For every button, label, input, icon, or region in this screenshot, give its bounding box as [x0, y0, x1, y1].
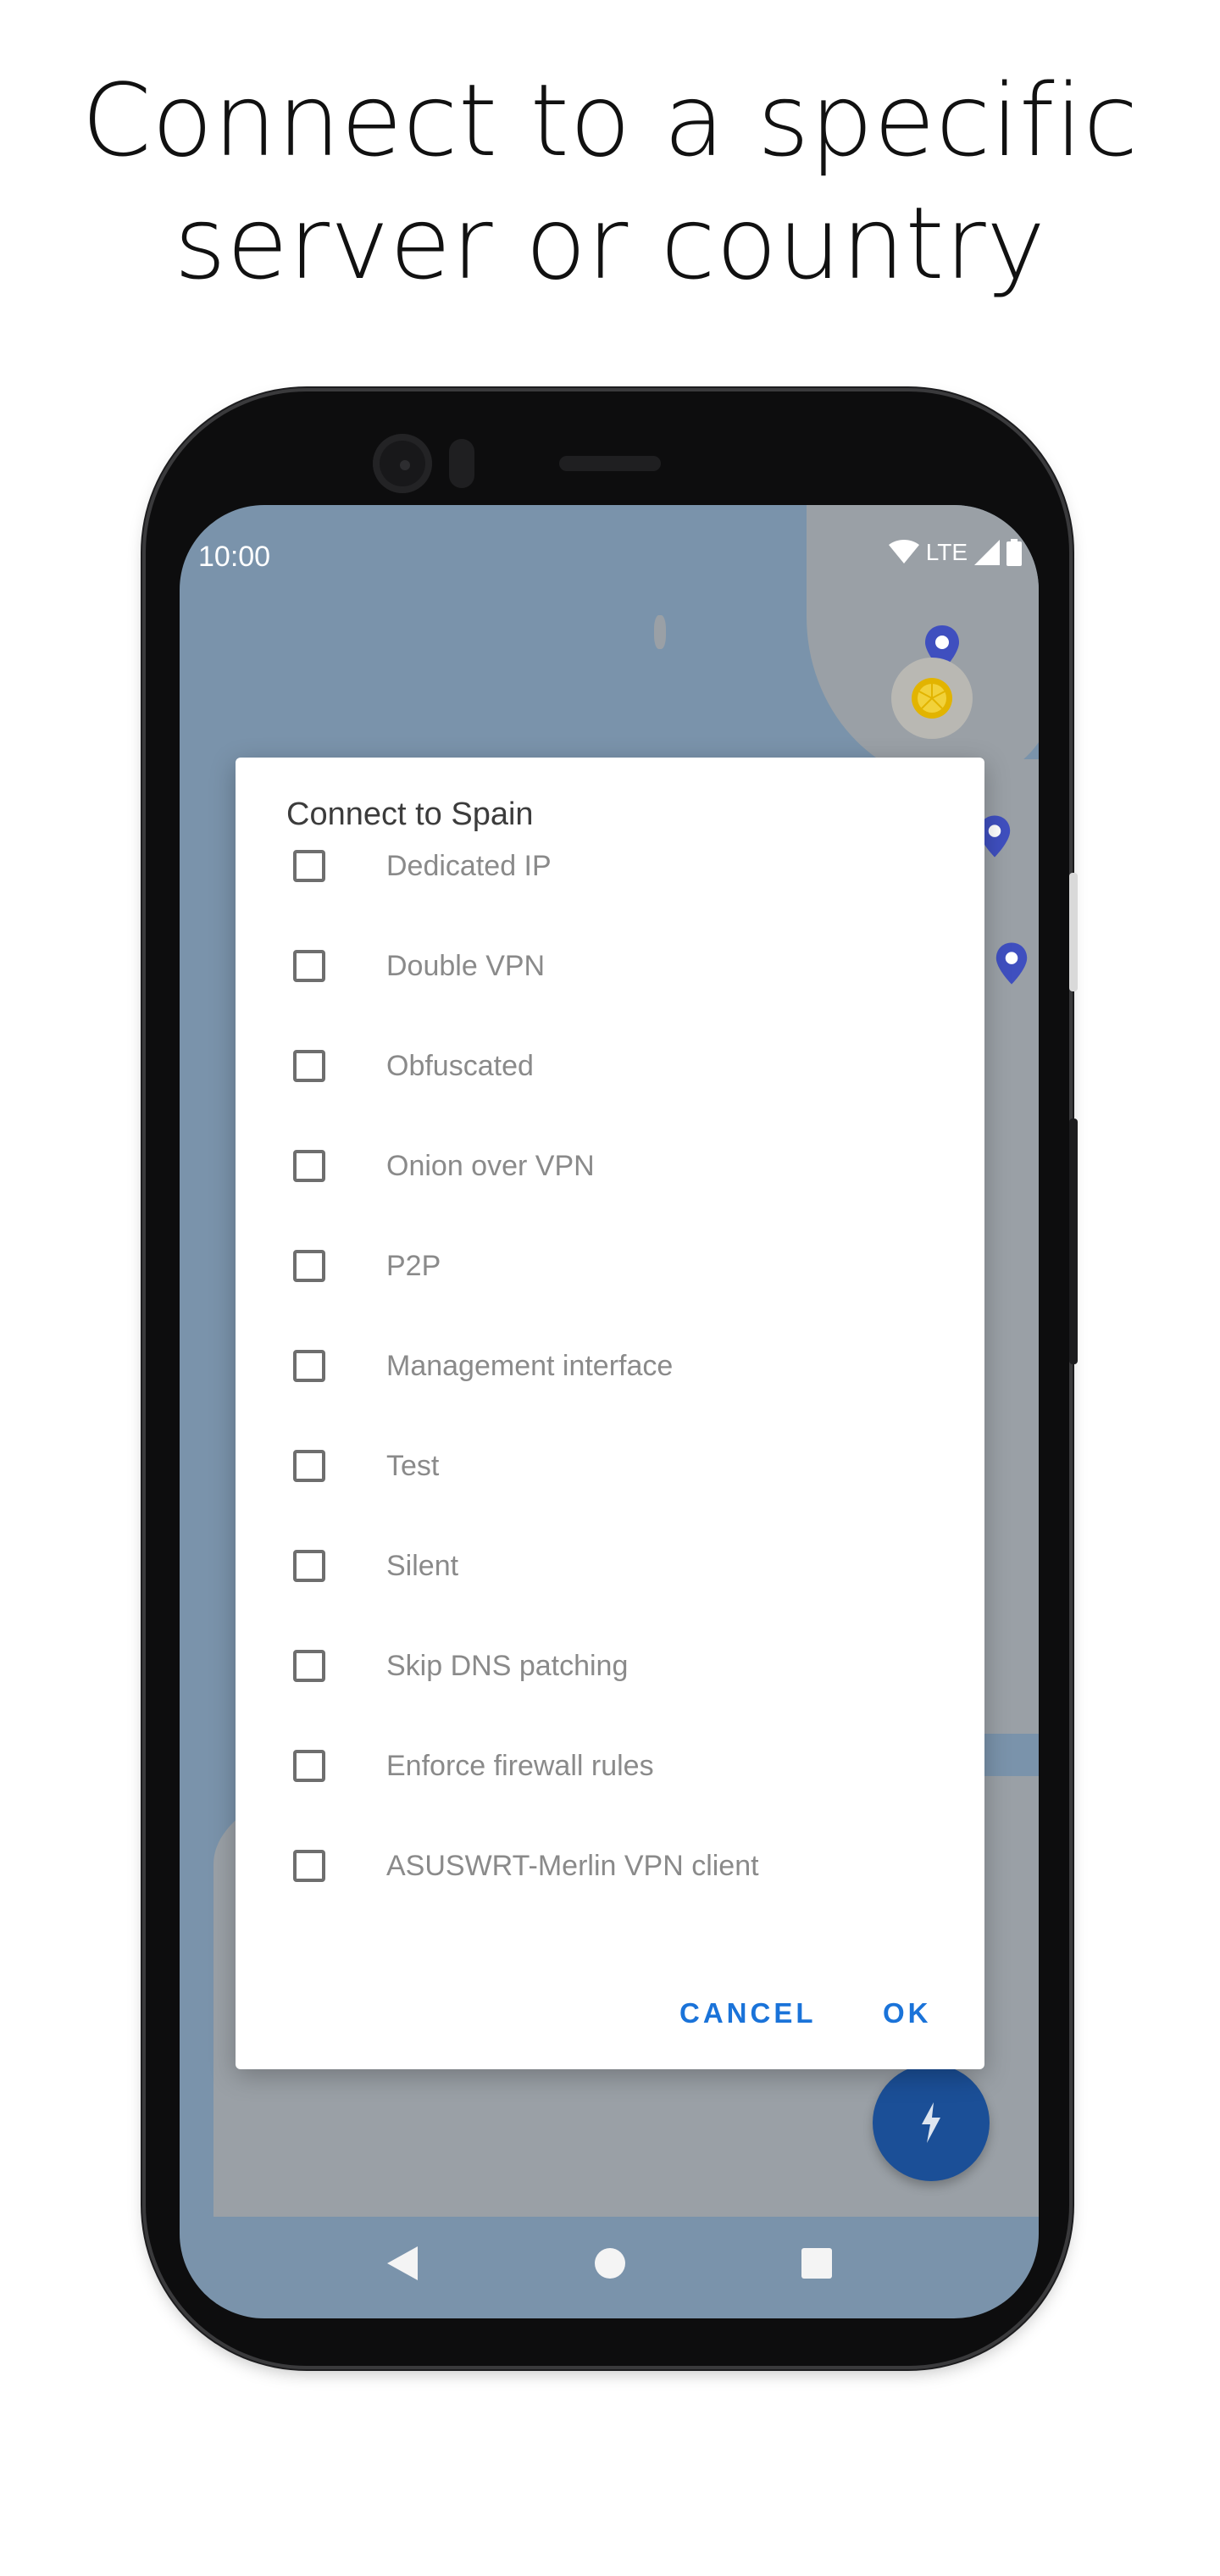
- camera-lens: [400, 460, 410, 470]
- battery-icon: [1006, 539, 1022, 566]
- option-label: Dedicated IP: [386, 849, 552, 882]
- bolt-icon: [922, 2102, 940, 2143]
- headline-line-1: Connect to a specific: [81, 62, 1139, 179]
- option-double-vpn[interactable]: Double VPN: [286, 924, 947, 1008]
- option-label: P2P: [386, 1249, 441, 1282]
- option-onion-over-vpn[interactable]: Onion over VPN: [286, 1124, 947, 1208]
- checkbox[interactable]: [293, 950, 325, 982]
- headline: Connect to a specific server or country: [0, 59, 1220, 305]
- option-test[interactable]: Test: [286, 1424, 947, 1508]
- option-management-interface[interactable]: Management interface: [286, 1324, 947, 1408]
- phone-power-button: [1069, 873, 1078, 991]
- option-asuswrt-merlin[interactable]: ASUSWRT-Merlin VPN client: [286, 1824, 947, 1908]
- checkbox[interactable]: [293, 1250, 325, 1282]
- signal-icon: [974, 540, 1000, 565]
- checkbox[interactable]: [293, 1050, 325, 1082]
- checkbox[interactable]: [293, 1350, 325, 1382]
- option-enforce-firewall-rules[interactable]: Enforce firewall rules: [286, 1724, 947, 1808]
- option-label: ASUSWRT-Merlin VPN client: [386, 1849, 759, 1882]
- option-silent[interactable]: Silent: [286, 1524, 947, 1608]
- connect-dialog: Connect to Spain Dedicated IP Double VPN…: [236, 758, 984, 2069]
- option-label: Enforce firewall rules: [386, 1749, 654, 1782]
- wifi-icon: [888, 540, 919, 564]
- checkbox[interactable]: [293, 1550, 325, 1582]
- option-obfuscated[interactable]: Obfuscated: [286, 1024, 947, 1108]
- phone-volume-button: [1069, 1119, 1078, 1364]
- checkbox[interactable]: [293, 1750, 325, 1782]
- status-icons: LTE: [888, 539, 1022, 566]
- headline-line-2: server or country: [174, 185, 1046, 302]
- network-type: LTE: [925, 539, 968, 565]
- option-label: Skip DNS patching: [386, 1649, 629, 1682]
- checkbox[interactable]: [293, 850, 325, 882]
- cancel-button[interactable]: CANCEL: [674, 1996, 822, 2030]
- option-label: Silent: [386, 1549, 459, 1582]
- status-time: 10:00: [198, 541, 271, 573]
- lemon-icon[interactable]: [891, 658, 973, 739]
- checkbox[interactable]: [293, 1150, 325, 1182]
- option-label: Double VPN: [386, 949, 546, 982]
- option-label: Test: [386, 1449, 440, 1482]
- server-pin-icon[interactable]: [995, 941, 1029, 986]
- back-triangle-icon[interactable]: [385, 2245, 419, 2282]
- checkbox[interactable]: [293, 1850, 325, 1882]
- option-p2p[interactable]: P2P: [286, 1224, 947, 1308]
- recents-square-icon[interactable]: [801, 2247, 833, 2279]
- navigation-bar: [180, 2208, 1039, 2318]
- option-skip-dns-patching[interactable]: Skip DNS patching: [286, 1624, 947, 1708]
- option-label: Obfuscated: [386, 1049, 534, 1082]
- ok-button[interactable]: OK: [878, 1996, 937, 2030]
- home-circle-icon[interactable]: [593, 2246, 627, 2280]
- option-label: Onion over VPN: [386, 1149, 595, 1182]
- earpiece-speaker: [559, 456, 661, 471]
- option-label: Management interface: [386, 1349, 674, 1382]
- checkbox[interactable]: [293, 1650, 325, 1682]
- camera-sensor: [449, 439, 474, 488]
- checkbox[interactable]: [293, 1450, 325, 1482]
- option-dedicated-ip[interactable]: Dedicated IP: [286, 824, 947, 908]
- quick-connect-button[interactable]: [873, 2064, 990, 2181]
